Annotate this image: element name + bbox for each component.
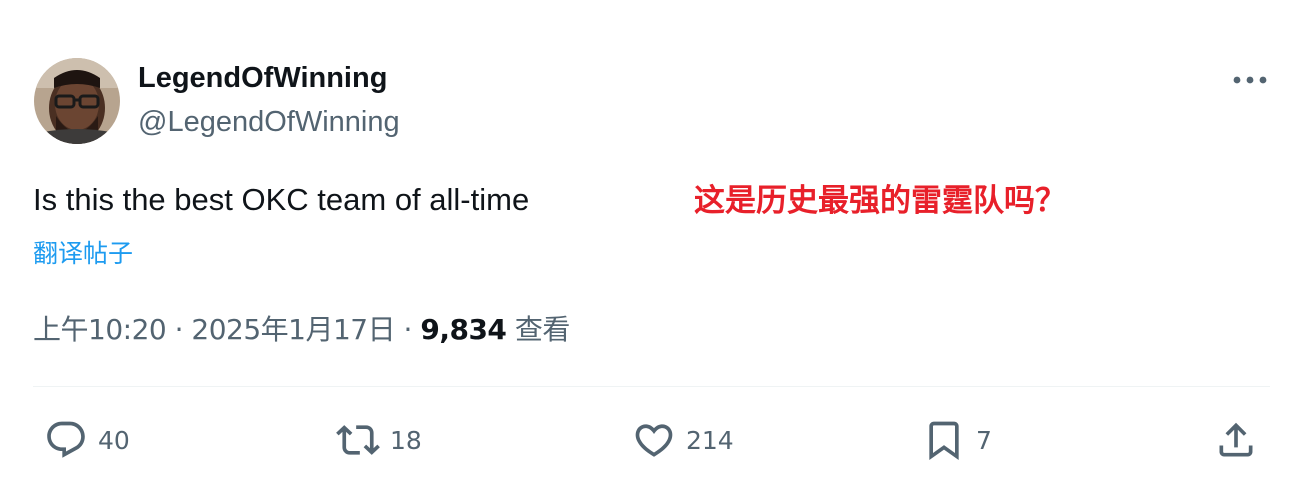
reply-count: 40 bbox=[98, 425, 130, 455]
bookmark-button[interactable]: 7 bbox=[922, 418, 992, 462]
divider bbox=[33, 386, 1270, 387]
tweet-date[interactable]: 2025年1月17日 bbox=[191, 313, 395, 346]
like-count: 214 bbox=[686, 425, 734, 455]
like-button[interactable]: 214 bbox=[632, 418, 734, 462]
reply-icon bbox=[47, 421, 85, 458]
like-icon bbox=[635, 424, 673, 457]
handle[interactable]: @LegendOfWinning bbox=[138, 104, 400, 140]
more-icon bbox=[1233, 76, 1267, 84]
retweet-icon bbox=[336, 425, 380, 455]
translation-annotation: 这是历史最强的雷霆队吗？ bbox=[694, 183, 1066, 219]
share-icon bbox=[1219, 422, 1253, 457]
translate-post-link[interactable]: 翻译帖子 bbox=[33, 238, 133, 270]
retweet-button[interactable]: 18 bbox=[336, 418, 422, 462]
bookmark-count: 7 bbox=[976, 425, 992, 455]
views-label: 查看 bbox=[514, 313, 571, 346]
meta-separator: · bbox=[174, 313, 184, 346]
reply-button[interactable]: 40 bbox=[44, 418, 130, 462]
bookmark-icon bbox=[929, 421, 959, 461]
avatar[interactable] bbox=[34, 58, 120, 144]
more-button[interactable] bbox=[1226, 64, 1274, 96]
display-name[interactable]: LegendOfWinning bbox=[138, 60, 387, 96]
share-button[interactable] bbox=[1214, 418, 1258, 462]
tweet-meta: 上午10:20 · 2025年1月17日 · 9,834 查看 bbox=[33, 312, 570, 348]
tweet-time[interactable]: 上午10:20 bbox=[33, 313, 167, 346]
retweet-count: 18 bbox=[390, 425, 422, 455]
avatar-photo bbox=[34, 58, 120, 144]
meta-separator: · bbox=[403, 313, 413, 346]
views-count: 9,834 bbox=[420, 313, 507, 346]
tweet-text: Is this the best OKC team of all-time bbox=[33, 182, 530, 217]
